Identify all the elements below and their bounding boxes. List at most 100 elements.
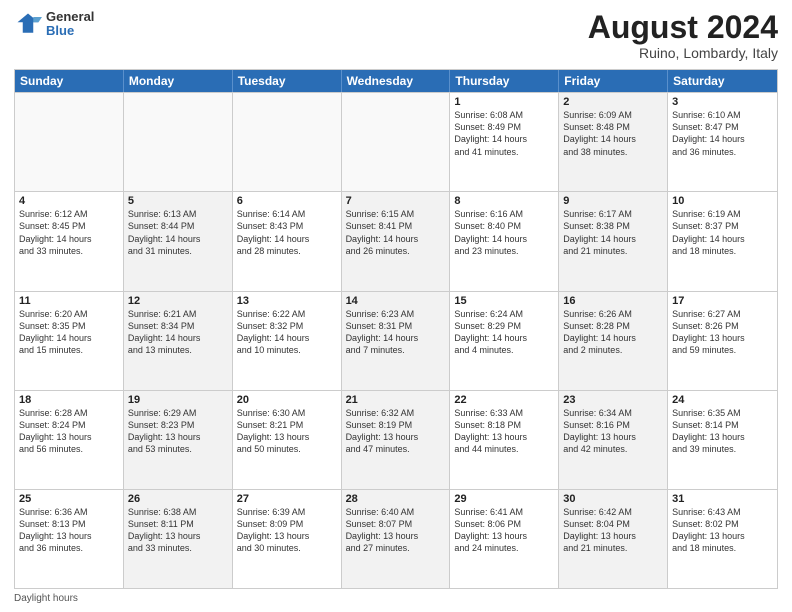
cell-info: Sunrise: 6:35 AM Sunset: 8:14 PM Dayligh… [672, 407, 773, 456]
day-number: 3 [672, 96, 773, 108]
day-number: 28 [346, 493, 446, 505]
day-number: 30 [563, 493, 663, 505]
day-number: 8 [454, 195, 554, 207]
cell-info: Sunrise: 6:16 AM Sunset: 8:40 PM Dayligh… [454, 208, 554, 257]
calendar-cell: 27Sunrise: 6:39 AM Sunset: 8:09 PM Dayli… [233, 490, 342, 588]
day-number: 25 [19, 493, 119, 505]
calendar-week: 1Sunrise: 6:08 AM Sunset: 8:49 PM Daylig… [15, 92, 777, 191]
day-number: 19 [128, 394, 228, 406]
calendar-cell: 19Sunrise: 6:29 AM Sunset: 8:23 PM Dayli… [124, 391, 233, 489]
cell-info: Sunrise: 6:28 AM Sunset: 8:24 PM Dayligh… [19, 407, 119, 456]
day-number: 11 [19, 295, 119, 307]
cell-info: Sunrise: 6:13 AM Sunset: 8:44 PM Dayligh… [128, 208, 228, 257]
page: General Blue August 2024 Ruino, Lombardy… [0, 0, 792, 612]
header: General Blue August 2024 Ruino, Lombardy… [14, 10, 778, 61]
cell-info: Sunrise: 6:42 AM Sunset: 8:04 PM Dayligh… [563, 506, 663, 555]
calendar-cell: 18Sunrise: 6:28 AM Sunset: 8:24 PM Dayli… [15, 391, 124, 489]
calendar-cell [233, 93, 342, 191]
calendar-cell: 31Sunrise: 6:43 AM Sunset: 8:02 PM Dayli… [668, 490, 777, 588]
cell-info: Sunrise: 6:10 AM Sunset: 8:47 PM Dayligh… [672, 109, 773, 158]
main-title: August 2024 [588, 10, 778, 45]
day-number: 10 [672, 195, 773, 207]
calendar-body: 1Sunrise: 6:08 AM Sunset: 8:49 PM Daylig… [15, 92, 777, 588]
day-number: 21 [346, 394, 446, 406]
logo-icon [14, 10, 42, 38]
calendar-header-cell: Thursday [450, 70, 559, 92]
cell-info: Sunrise: 6:36 AM Sunset: 8:13 PM Dayligh… [19, 506, 119, 555]
day-number: 12 [128, 295, 228, 307]
calendar-cell: 4Sunrise: 6:12 AM Sunset: 8:45 PM Daylig… [15, 192, 124, 290]
cell-info: Sunrise: 6:23 AM Sunset: 8:31 PM Dayligh… [346, 308, 446, 357]
calendar-cell: 13Sunrise: 6:22 AM Sunset: 8:32 PM Dayli… [233, 292, 342, 390]
cell-info: Sunrise: 6:43 AM Sunset: 8:02 PM Dayligh… [672, 506, 773, 555]
day-number: 1 [454, 96, 554, 108]
calendar-cell: 10Sunrise: 6:19 AM Sunset: 8:37 PM Dayli… [668, 192, 777, 290]
day-number: 27 [237, 493, 337, 505]
day-number: 23 [563, 394, 663, 406]
cell-info: Sunrise: 6:12 AM Sunset: 8:45 PM Dayligh… [19, 208, 119, 257]
calendar-cell: 12Sunrise: 6:21 AM Sunset: 8:34 PM Dayli… [124, 292, 233, 390]
logo-general-text: General [46, 10, 94, 24]
calendar-cell: 1Sunrise: 6:08 AM Sunset: 8:49 PM Daylig… [450, 93, 559, 191]
day-number: 26 [128, 493, 228, 505]
calendar-cell [15, 93, 124, 191]
cell-info: Sunrise: 6:22 AM Sunset: 8:32 PM Dayligh… [237, 308, 337, 357]
calendar-cell: 22Sunrise: 6:33 AM Sunset: 8:18 PM Dayli… [450, 391, 559, 489]
calendar-cell: 9Sunrise: 6:17 AM Sunset: 8:38 PM Daylig… [559, 192, 668, 290]
calendar-cell: 21Sunrise: 6:32 AM Sunset: 8:19 PM Dayli… [342, 391, 451, 489]
day-number: 4 [19, 195, 119, 207]
day-number: 13 [237, 295, 337, 307]
day-number: 15 [454, 295, 554, 307]
calendar-cell: 14Sunrise: 6:23 AM Sunset: 8:31 PM Dayli… [342, 292, 451, 390]
calendar-cell: 30Sunrise: 6:42 AM Sunset: 8:04 PM Dayli… [559, 490, 668, 588]
calendar-header-cell: Friday [559, 70, 668, 92]
calendar-cell [342, 93, 451, 191]
day-number: 14 [346, 295, 446, 307]
calendar-cell: 6Sunrise: 6:14 AM Sunset: 8:43 PM Daylig… [233, 192, 342, 290]
cell-info: Sunrise: 6:41 AM Sunset: 8:06 PM Dayligh… [454, 506, 554, 555]
day-number: 9 [563, 195, 663, 207]
day-number: 18 [19, 394, 119, 406]
calendar-cell: 16Sunrise: 6:26 AM Sunset: 8:28 PM Dayli… [559, 292, 668, 390]
calendar-week: 11Sunrise: 6:20 AM Sunset: 8:35 PM Dayli… [15, 291, 777, 390]
day-number: 29 [454, 493, 554, 505]
calendar-header-cell: Saturday [668, 70, 777, 92]
calendar-cell: 20Sunrise: 6:30 AM Sunset: 8:21 PM Dayli… [233, 391, 342, 489]
calendar-cell: 24Sunrise: 6:35 AM Sunset: 8:14 PM Dayli… [668, 391, 777, 489]
calendar: SundayMondayTuesdayWednesdayThursdayFrid… [14, 69, 778, 589]
cell-info: Sunrise: 6:32 AM Sunset: 8:19 PM Dayligh… [346, 407, 446, 456]
calendar-cell: 15Sunrise: 6:24 AM Sunset: 8:29 PM Dayli… [450, 292, 559, 390]
calendar-cell [124, 93, 233, 191]
cell-info: Sunrise: 6:24 AM Sunset: 8:29 PM Dayligh… [454, 308, 554, 357]
cell-info: Sunrise: 6:33 AM Sunset: 8:18 PM Dayligh… [454, 407, 554, 456]
logo: General Blue [14, 10, 94, 39]
cell-info: Sunrise: 6:29 AM Sunset: 8:23 PM Dayligh… [128, 407, 228, 456]
calendar-week: 4Sunrise: 6:12 AM Sunset: 8:45 PM Daylig… [15, 191, 777, 290]
day-number: 31 [672, 493, 773, 505]
calendar-cell: 29Sunrise: 6:41 AM Sunset: 8:06 PM Dayli… [450, 490, 559, 588]
day-number: 22 [454, 394, 554, 406]
calendar-cell: 25Sunrise: 6:36 AM Sunset: 8:13 PM Dayli… [15, 490, 124, 588]
calendar-cell: 26Sunrise: 6:38 AM Sunset: 8:11 PM Dayli… [124, 490, 233, 588]
cell-info: Sunrise: 6:20 AM Sunset: 8:35 PM Dayligh… [19, 308, 119, 357]
cell-info: Sunrise: 6:15 AM Sunset: 8:41 PM Dayligh… [346, 208, 446, 257]
day-number: 5 [128, 195, 228, 207]
cell-info: Sunrise: 6:30 AM Sunset: 8:21 PM Dayligh… [237, 407, 337, 456]
logo-text: General Blue [46, 10, 94, 39]
cell-info: Sunrise: 6:08 AM Sunset: 8:49 PM Dayligh… [454, 109, 554, 158]
cell-info: Sunrise: 6:40 AM Sunset: 8:07 PM Dayligh… [346, 506, 446, 555]
calendar-cell: 3Sunrise: 6:10 AM Sunset: 8:47 PM Daylig… [668, 93, 777, 191]
calendar-header-cell: Wednesday [342, 70, 451, 92]
calendar-cell: 23Sunrise: 6:34 AM Sunset: 8:16 PM Dayli… [559, 391, 668, 489]
subtitle: Ruino, Lombardy, Italy [588, 45, 778, 61]
cell-info: Sunrise: 6:34 AM Sunset: 8:16 PM Dayligh… [563, 407, 663, 456]
calendar-header-cell: Monday [124, 70, 233, 92]
cell-info: Sunrise: 6:39 AM Sunset: 8:09 PM Dayligh… [237, 506, 337, 555]
calendar-header: SundayMondayTuesdayWednesdayThursdayFrid… [15, 70, 777, 92]
day-number: 17 [672, 295, 773, 307]
calendar-cell: 2Sunrise: 6:09 AM Sunset: 8:48 PM Daylig… [559, 93, 668, 191]
calendar-cell: 28Sunrise: 6:40 AM Sunset: 8:07 PM Dayli… [342, 490, 451, 588]
cell-info: Sunrise: 6:21 AM Sunset: 8:34 PM Dayligh… [128, 308, 228, 357]
calendar-header-cell: Sunday [15, 70, 124, 92]
calendar-cell: 11Sunrise: 6:20 AM Sunset: 8:35 PM Dayli… [15, 292, 124, 390]
